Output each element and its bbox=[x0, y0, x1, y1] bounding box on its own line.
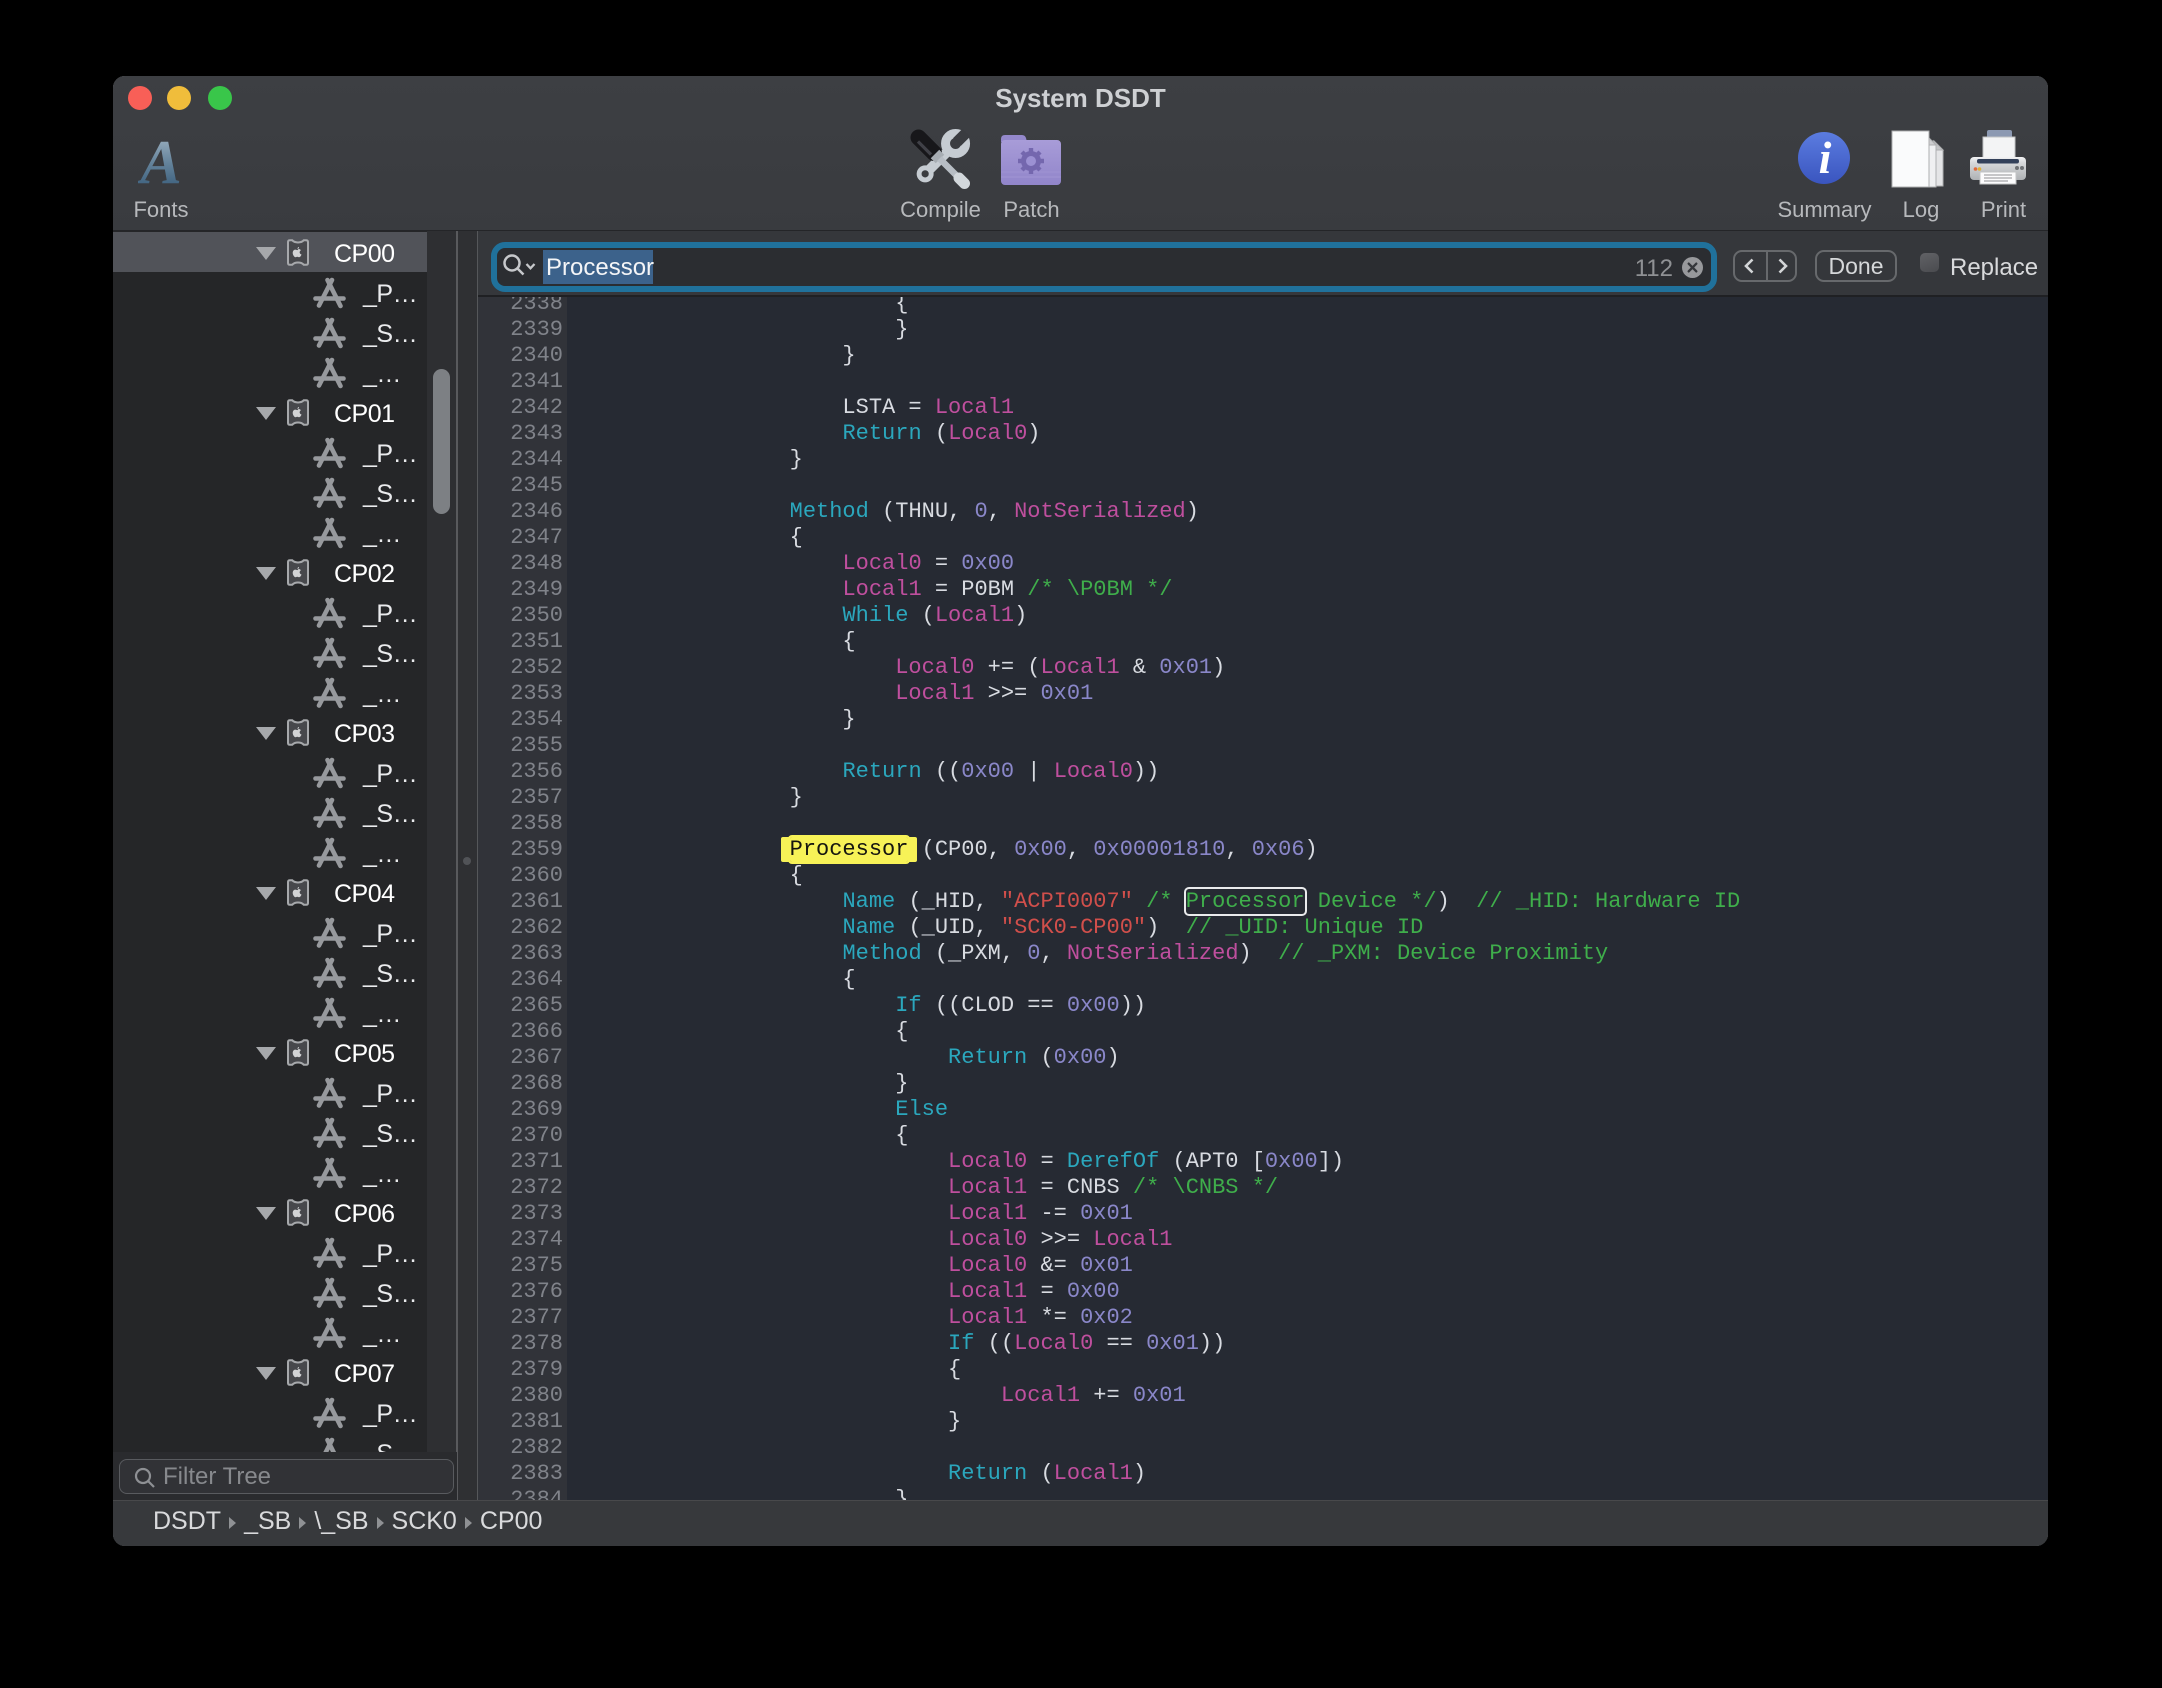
svg-text:A: A bbox=[138, 136, 182, 186]
svg-text:i: i bbox=[1819, 132, 1832, 183]
